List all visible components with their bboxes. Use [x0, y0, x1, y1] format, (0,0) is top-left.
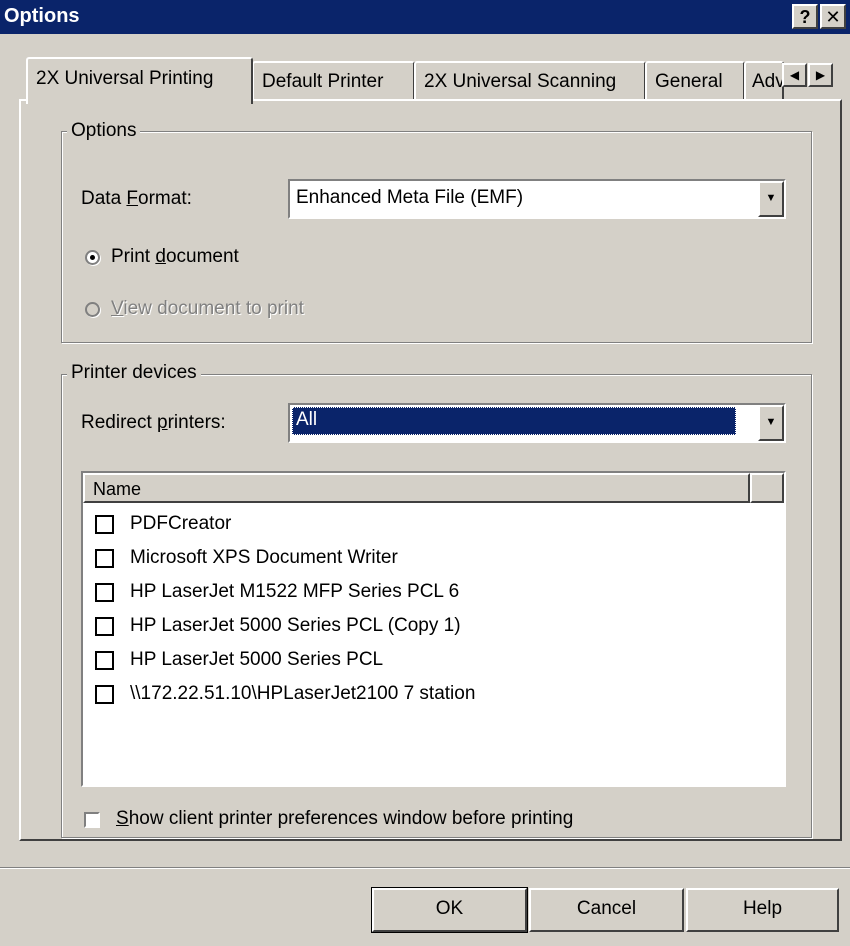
redirect-printers-select[interactable]: All ▼: [288, 403, 786, 443]
column-header-name[interactable]: Name: [83, 473, 750, 503]
printer-name: Microsoft XPS Document Writer: [130, 547, 398, 568]
printer-name: HP LaserJet 5000 Series PCL: [130, 649, 384, 670]
redirect-printers-value: All: [292, 407, 736, 435]
options-dialog: Options ? ✕ 2X Universal Printing Defaul…: [0, 0, 850, 946]
tab-default-printer[interactable]: Default Printer: [252, 61, 415, 101]
redirect-printers-label: Redirect printers:: [81, 412, 226, 433]
tab-advanced[interactable]: Advanced: [744, 61, 784, 101]
print-document-label[interactable]: Print document: [111, 246, 239, 268]
button-divider: [0, 867, 850, 869]
tab-general[interactable]: General: [645, 61, 745, 101]
printer-checkbox[interactable]: [95, 685, 114, 704]
printer-checkbox[interactable]: [95, 515, 114, 534]
printer-name: \\172.22.51.10\HPLaserJet2100 7 station: [130, 683, 476, 704]
printer-list[interactable]: Name PDFCreator Microsoft XPS Document W…: [81, 471, 786, 787]
printer-devices-legend: Printer devices: [67, 362, 201, 384]
data-format-select[interactable]: Enhanced Meta File (EMF) ▼: [288, 179, 786, 219]
tab-scroll-right-icon[interactable]: ▶: [808, 63, 833, 87]
view-document-radio[interactable]: [85, 302, 100, 317]
help-button[interactable]: ?: [792, 4, 818, 29]
printer-checkbox[interactable]: [95, 617, 114, 636]
column-header-blank[interactable]: [750, 473, 784, 503]
printer-checkbox[interactable]: [95, 583, 114, 602]
view-document-label[interactable]: View document to print: [111, 298, 304, 320]
printer-checkbox[interactable]: [95, 549, 114, 568]
options-legend: Options: [67, 120, 141, 142]
close-button[interactable]: ✕: [820, 4, 846, 29]
chevron-down-icon[interactable]: ▼: [758, 405, 784, 441]
printer-name: PDFCreator: [130, 513, 232, 534]
printer-name: HP LaserJet 5000 Series PCL (Copy 1): [130, 615, 461, 636]
show-prefs-checkbox[interactable]: [84, 812, 100, 828]
window-title: Options: [4, 5, 80, 27]
data-format-value: Enhanced Meta File (EMF): [296, 187, 524, 208]
printer-checkbox[interactable]: [95, 651, 114, 670]
tab-scroll-left-icon[interactable]: ◀: [782, 63, 807, 87]
cancel-button[interactable]: Cancel: [529, 888, 684, 932]
show-prefs-label[interactable]: Show client printer preferences window b…: [116, 808, 573, 830]
tab-2x-universal-printing[interactable]: 2X Universal Printing: [26, 57, 253, 104]
data-format-label: Data Format:: [81, 188, 192, 209]
print-document-radio[interactable]: [85, 250, 100, 265]
printer-name: HP LaserJet M1522 MFP Series PCL 6: [130, 581, 460, 602]
ok-button[interactable]: OK: [371, 887, 528, 933]
help-dialog-button[interactable]: Help: [686, 888, 839, 932]
tab-2x-universal-scanning[interactable]: 2X Universal Scanning: [414, 61, 646, 101]
title-bar: Options ? ✕: [0, 0, 850, 34]
chevron-down-icon[interactable]: ▼: [758, 181, 784, 217]
